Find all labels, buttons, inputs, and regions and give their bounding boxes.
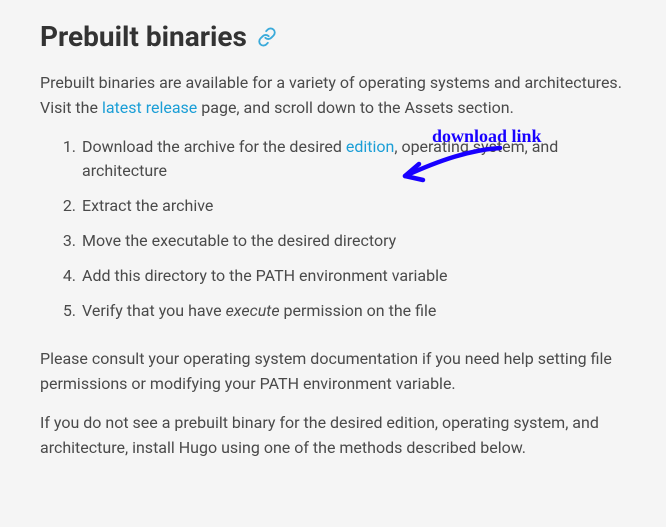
- paragraph-permissions: Please consult your operating system doc…: [40, 347, 626, 397]
- section-heading: Prebuilt binaries: [40, 20, 626, 53]
- latest-release-link[interactable]: latest release: [102, 98, 197, 117]
- paragraph-fallback: If you do not see a prebuilt binary for …: [40, 411, 626, 461]
- heading-text: Prebuilt binaries: [40, 20, 247, 53]
- step-4: Add this directory to the PATH environme…: [80, 264, 626, 289]
- intro-paragraph: Prebuilt binaries are available for a va…: [40, 71, 626, 121]
- document-page: Prebuilt binaries Prebuilt binaries are …: [0, 0, 666, 495]
- step-5-prefix: Verify that you have: [82, 301, 226, 320]
- step-1-prefix: Download the archive for the desired: [82, 137, 346, 156]
- step-5: Verify that you have execute permission …: [80, 299, 626, 324]
- edition-link[interactable]: edition: [346, 137, 394, 156]
- step-3: Move the executable to the desired direc…: [80, 229, 626, 254]
- step-5-suffix: permission on the file: [280, 301, 437, 320]
- step-2: Extract the archive: [80, 194, 626, 219]
- step-5-em: execute: [226, 301, 280, 320]
- step-1: Download the archive for the desired edi…: [80, 135, 626, 185]
- anchor-link-icon[interactable]: [257, 27, 277, 47]
- intro-suffix: page, and scroll down to the Assets sect…: [197, 98, 514, 117]
- install-steps-list: Download the archive for the desired edi…: [40, 135, 626, 324]
